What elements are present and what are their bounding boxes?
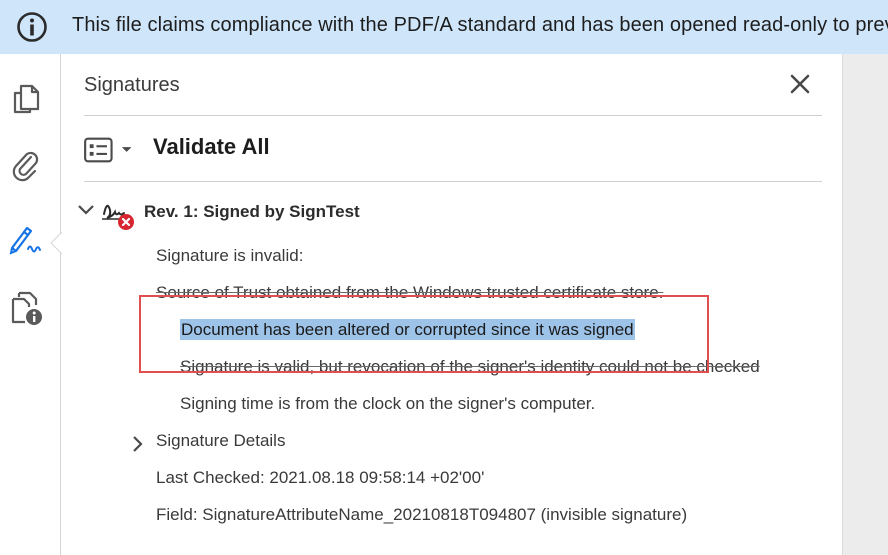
signature-field-text: Field: SignatureAttributeName_20210818T0… (156, 505, 688, 524)
vertical-scrollbar[interactable] (842, 54, 888, 555)
paperclip-icon[interactable] (8, 148, 44, 184)
signatures-panel: Signatures Validate All Rev. 1: Signed b… (62, 54, 842, 555)
last-checked-text: Last Checked: 2021.08.18 09:58:14 +02'00… (156, 468, 485, 487)
pdfa-info-banner: This file claims compliance with the PDF… (0, 0, 888, 54)
panel-title: Signatures (84, 74, 180, 96)
signature-pen-icon[interactable] (8, 222, 44, 258)
chevron-down-icon[interactable] (76, 202, 96, 218)
altered-document-text: Document has been altered or corrupted s… (180, 319, 635, 340)
validate-toolbar: Validate All (84, 130, 270, 170)
pages-icon[interactable] (8, 80, 44, 116)
title-divider (84, 115, 822, 116)
source-of-trust-text: Source of Trust obtained from the Window… (156, 283, 664, 302)
chevron-right-icon[interactable] (130, 434, 144, 454)
active-panel-indicator (50, 232, 62, 254)
signing-time-text: Signing time is from the clock on the si… (180, 394, 596, 413)
toolbar-divider (84, 181, 822, 182)
list-options-icon (84, 137, 113, 163)
dropdown-arrow-icon (121, 147, 132, 152)
revocation-text: Signature is valid, but revocation of th… (180, 357, 760, 376)
validate-all-button[interactable]: Validate All (153, 134, 270, 160)
signature-status: Signature is invalid: (156, 246, 304, 265)
document-info-icon[interactable] (8, 290, 44, 326)
info-icon (17, 12, 47, 42)
close-icon[interactable] (786, 70, 814, 98)
invalid-signature-icon (102, 204, 134, 230)
signature-details-toggle[interactable]: Signature Details (156, 431, 285, 451)
selected-text-highlight: Document has been altered or corrupted s… (180, 319, 635, 340)
list-options-button[interactable] (84, 133, 134, 167)
revision-label: Rev. 1: Signed by SignTest (144, 202, 360, 221)
banner-message: This file claims compliance with the PDF… (72, 14, 888, 36)
left-navigation-rail (0, 54, 62, 555)
